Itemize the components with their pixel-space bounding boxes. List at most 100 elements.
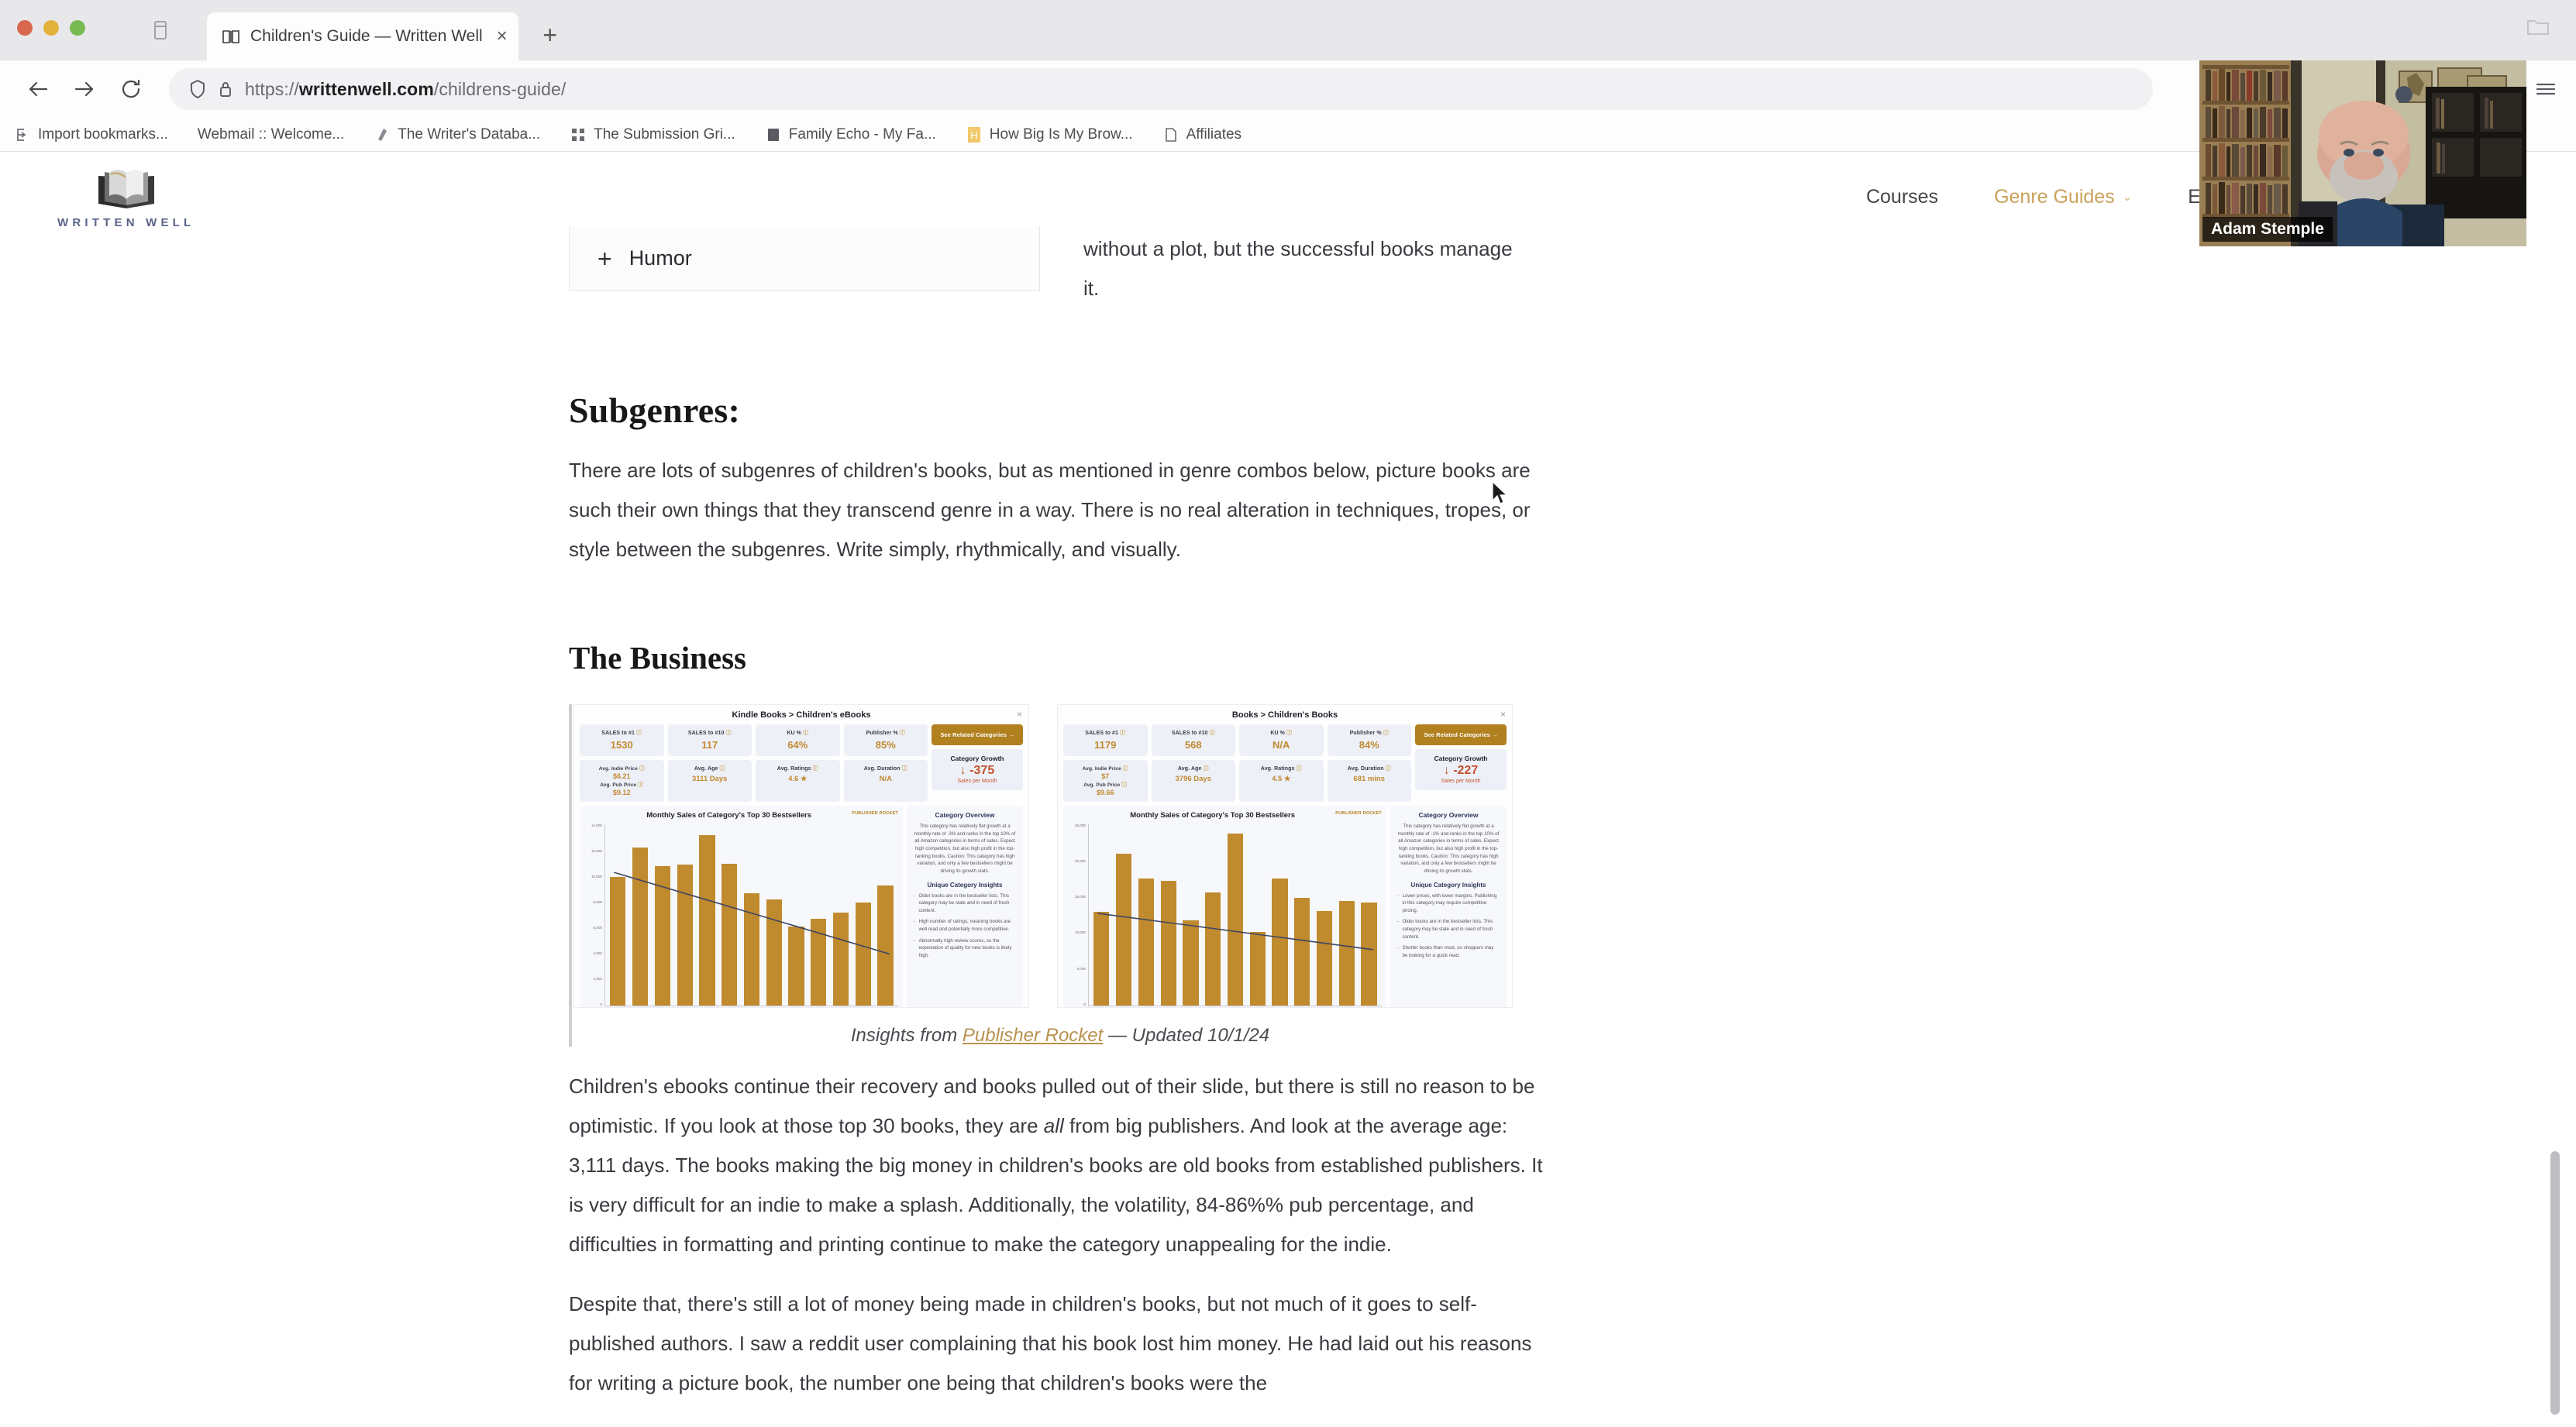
- y-tick: 8,000: [593, 899, 603, 904]
- metric-label: SALES to #10: [687, 731, 725, 737]
- info-icon[interactable]: ⓘ: [1386, 766, 1391, 772]
- see-related-categories-button[interactable]: See Related Categories →: [1415, 724, 1507, 746]
- info-icon[interactable]: ⓘ: [1210, 731, 1215, 736]
- h-icon: H: [966, 126, 983, 143]
- bookmark-writers-database[interactable]: The Writer's Databa...: [374, 126, 540, 143]
- close-window-button[interactable]: [17, 20, 33, 36]
- metric-avg-prices: Avg. Indie Price ⓘ $7 Avg. Pub Price ⓘ $…: [1063, 760, 1148, 803]
- bookmark-family-echo[interactable]: Family Echo - My Fa...: [765, 126, 936, 143]
- nav-item-genre-guides[interactable]: Genre Guides ⌄: [1994, 186, 2132, 208]
- back-arrow-icon[interactable]: [19, 70, 57, 108]
- rocket-panel-books-childrens-books[interactable]: Books > Children's Books × SALES to #1 ⓘ…: [1057, 704, 1513, 1009]
- panel-body: Monthly Sales of Category's Top 30 Bests…: [1058, 802, 1512, 1008]
- business-paragraph-2: Despite that, there's still a lot of mon…: [569, 1292, 1532, 1394]
- info-icon[interactable]: ⓘ: [1121, 782, 1127, 788]
- bookmark-how-big-is-my-browser[interactable]: H How Big Is My Brow...: [966, 126, 1133, 143]
- plus-icon: +: [598, 244, 612, 273]
- down-arrow-icon: ↓: [1443, 764, 1450, 778]
- info-icon[interactable]: ⓘ: [1120, 731, 1125, 736]
- nav-item-courses[interactable]: Courses: [1866, 186, 1938, 208]
- subgenres-paragraph: There are lots of subgenres of children'…: [569, 459, 1531, 562]
- info-icon[interactable]: ⓘ: [726, 731, 732, 736]
- brand-label: PUBLISHER ROCKET: [852, 811, 898, 817]
- bookmark-webmail[interactable]: Webmail :: Welcome...: [198, 126, 344, 143]
- insight-item: High number of ratings, meaning books ar…: [913, 918, 1017, 933]
- metric-value: 64%: [787, 739, 808, 751]
- page-viewport[interactable]: WRITTEN WELL Courses Genre Guides ⌄ Even…: [0, 152, 2576, 1427]
- close-icon[interactable]: ×: [1017, 710, 1022, 719]
- metric-label: Avg. Duration: [863, 766, 901, 772]
- maximize-window-button[interactable]: [70, 20, 85, 36]
- close-icon[interactable]: ×: [1500, 710, 1506, 719]
- webcam-overlay[interactable]: Adam Stemple: [2199, 60, 2526, 246]
- bookmark-affiliates[interactable]: Affiliates: [1162, 126, 1242, 143]
- business-heading: The Business: [569, 640, 747, 676]
- info-icon[interactable]: ⓘ: [900, 731, 905, 736]
- window-controls: [17, 20, 85, 36]
- y-tick: 0: [600, 1002, 602, 1006]
- metric-avg-ratings: Avg. Ratings ⓘ 4.5 ★: [1239, 760, 1324, 803]
- insight-item: Lower prices, with lower margins. Publis…: [1396, 892, 1500, 915]
- metric-value: N/A: [1273, 739, 1290, 751]
- accordion-item-humor[interactable]: + Humor: [569, 226, 1040, 291]
- forward-arrow-icon[interactable]: [65, 70, 104, 108]
- metric-avg-prices: Avg. Indie Price ⓘ $6.21 Avg. Pub Price …: [580, 760, 664, 803]
- info-icon[interactable]: ⓘ: [720, 766, 725, 772]
- close-icon[interactable]: ×: [497, 27, 508, 46]
- panel-title: Books > Children's Books: [1231, 710, 1338, 720]
- info-icon[interactable]: ⓘ: [636, 731, 642, 736]
- metric-label: KU %: [787, 731, 802, 737]
- info-icon[interactable]: ⓘ: [813, 766, 818, 772]
- y-tick: 20,000: [1074, 859, 1086, 864]
- y-tick: 25,000: [1074, 824, 1086, 828]
- y-axis: 14,000 12,000 10,000 8,000 6,000 4,000 2…: [584, 824, 604, 1006]
- trend-line: [1089, 824, 1382, 1008]
- new-tab-button[interactable]: +: [536, 20, 565, 50]
- see-related-categories-button[interactable]: See Related Categories →: [932, 724, 1023, 746]
- bookmark-import[interactable]: Import bookmarks...: [14, 126, 168, 143]
- publisher-rocket-link[interactable]: Publisher Rocket: [963, 1025, 1103, 1046]
- y-tick: 4,000: [593, 951, 603, 955]
- article-content: + Humor without a plot, but the successf…: [569, 226, 1547, 1403]
- info-icon[interactable]: ⓘ: [1204, 766, 1209, 772]
- down-arrow-icon: ↓: [959, 764, 966, 778]
- grid-icon: [570, 126, 587, 143]
- site-logo[interactable]: WRITTEN WELL: [57, 165, 195, 229]
- publisher-rocket-figure: Kindle Books > Children's eBooks × SALES…: [569, 704, 1547, 1047]
- panel-top: SALES to #1 ⓘ 1530 SALES to #10 ⓘ 117 KU…: [574, 724, 1028, 803]
- chevron-down-icon: ⌄: [2122, 191, 2133, 204]
- metric-value: $7: [1101, 772, 1110, 781]
- tab-strip: Children's Guide — Written Well × +: [0, 0, 2576, 60]
- info-icon[interactable]: ⓘ: [902, 766, 907, 772]
- address-bar[interactable]: https://writtenwell.com/childrens-guide/: [169, 68, 2153, 110]
- insight-item: Shorter books than most, so shoppers may…: [1396, 944, 1500, 959]
- info-icon[interactable]: ⓘ: [638, 782, 643, 788]
- shield-icon[interactable]: [189, 79, 206, 99]
- y-tick: 10,000: [591, 875, 602, 879]
- sidebar-toggle-icon[interactable]: [147, 15, 174, 45]
- info-icon[interactable]: ⓘ: [1297, 766, 1302, 772]
- nav-label: Genre Guides: [1994, 185, 2115, 208]
- folder-icon[interactable]: [2526, 17, 2550, 41]
- info-icon[interactable]: ⓘ: [1123, 766, 1128, 772]
- category-overview-1: Category Overview This category has rela…: [907, 806, 1023, 1008]
- info-icon[interactable]: ⓘ: [639, 766, 645, 772]
- hamburger-menu-icon[interactable]: [2534, 80, 2557, 98]
- bookmark-label: Family Echo - My Fa...: [788, 126, 936, 143]
- rocket-panel-kindle-childrens-ebooks[interactable]: Kindle Books > Children's eBooks × SALES…: [573, 704, 1029, 1009]
- growth-value: ↓ -375: [959, 764, 995, 778]
- minimize-window-button[interactable]: [43, 20, 59, 36]
- y-tick: 15,000: [1074, 895, 1086, 899]
- info-icon[interactable]: ⓘ: [1286, 731, 1292, 736]
- browser-tab[interactable]: Children's Guide — Written Well ×: [207, 12, 518, 60]
- info-icon[interactable]: ⓘ: [1383, 731, 1389, 736]
- metric-publisher-percent: Publisher % ⓘ 84%: [1327, 724, 1411, 757]
- lock-icon[interactable]: [219, 80, 232, 98]
- growth-subtitle: Sales per Month: [957, 779, 997, 785]
- info-icon[interactable]: ⓘ: [803, 731, 808, 736]
- bookmark-submission-grinder[interactable]: The Submission Gri...: [570, 126, 735, 143]
- insight-item: Abnormally high review scores, so the ex…: [913, 937, 1017, 960]
- accordion-side-text: without a plot, but the successful books…: [1083, 237, 1513, 300]
- page-scrollbar[interactable]: [2550, 1151, 2560, 1415]
- reload-icon[interactable]: [112, 70, 150, 108]
